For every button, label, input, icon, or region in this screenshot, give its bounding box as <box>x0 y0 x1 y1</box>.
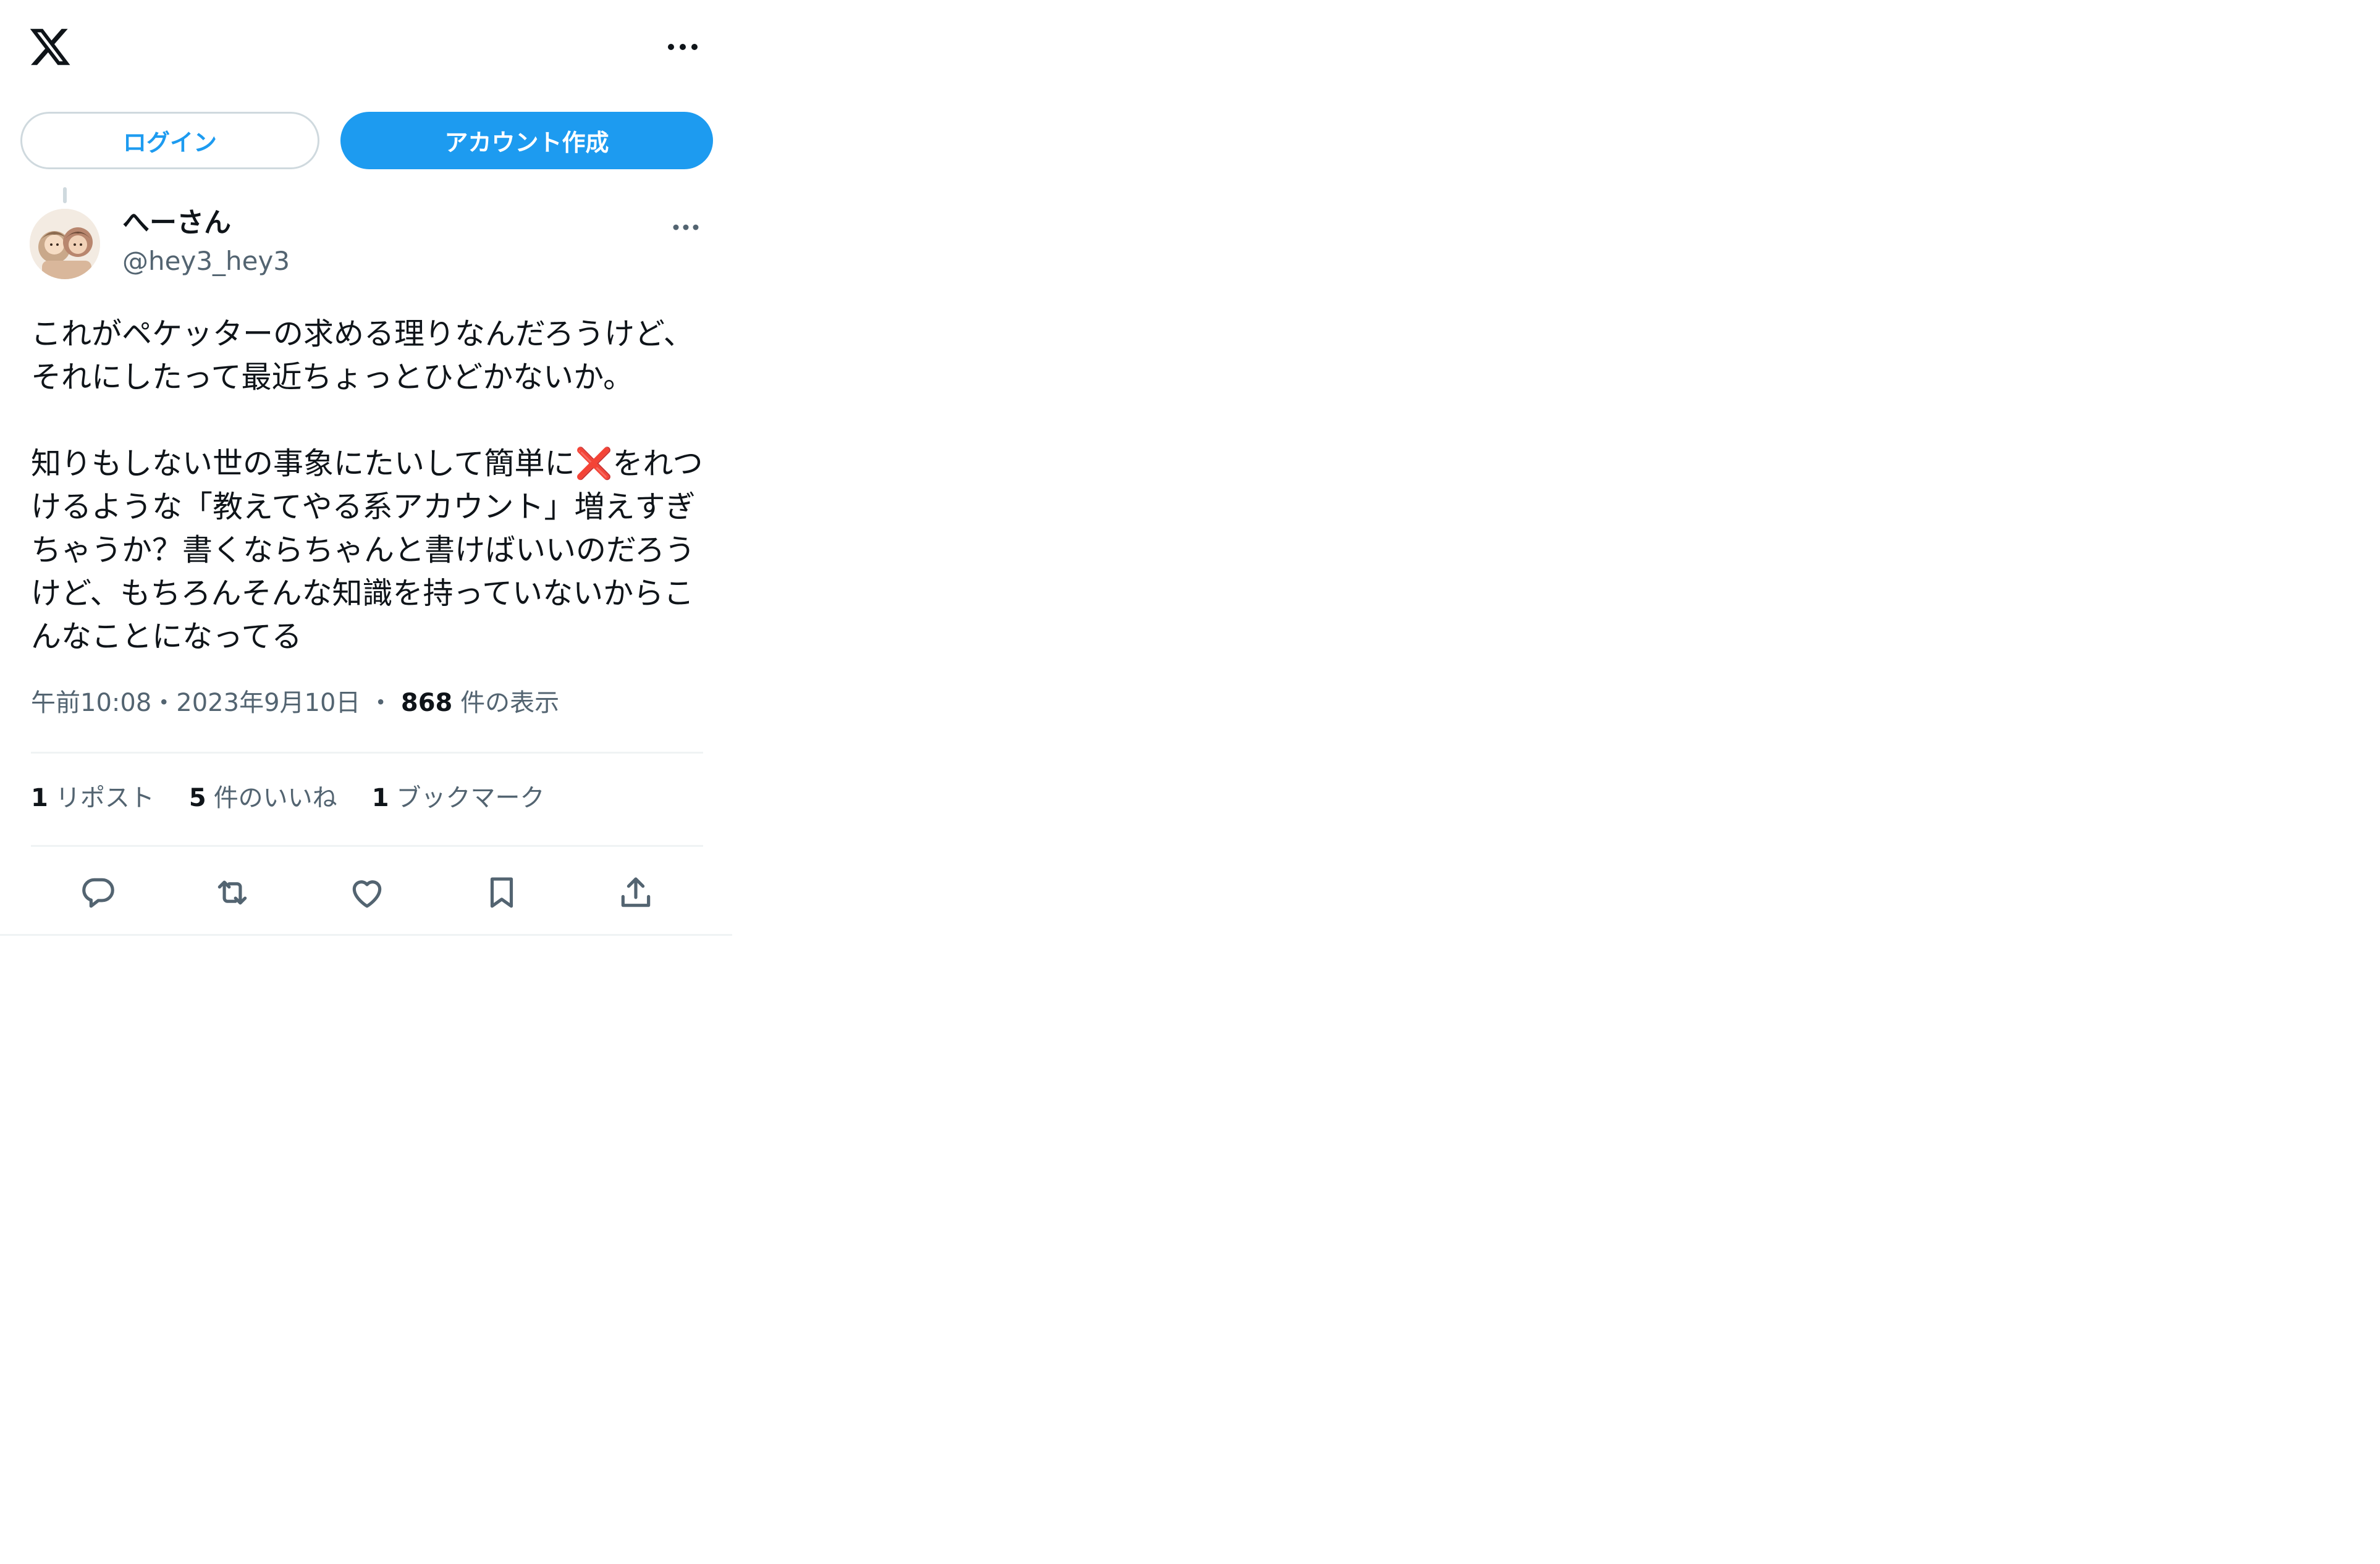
bookmarks-count: 1 <box>371 784 389 812</box>
thread-connector-line <box>63 187 67 203</box>
reply-icon[interactable] <box>79 873 117 912</box>
repost-icon[interactable] <box>213 873 251 912</box>
bookmark-icon[interactable] <box>483 873 521 912</box>
tweet-more-icon[interactable] <box>671 218 701 237</box>
likes-stat[interactable]: 5 件のいいね <box>189 782 337 814</box>
reposts-stat[interactable]: 1 リポスト <box>31 782 154 814</box>
cross-mark-emoji: ❌ <box>575 446 613 481</box>
author-display-name[interactable]: へーさん <box>122 206 231 240</box>
author-handle[interactable]: @hey3_hey3 <box>122 245 290 278</box>
avatar[interactable] <box>30 209 100 279</box>
views-label: 件の表示 <box>460 689 560 717</box>
x-logo-icon[interactable] <box>28 25 72 69</box>
share-icon[interactable] <box>617 873 655 912</box>
meta-separator: ・ <box>368 689 394 717</box>
bookmarks-label: ブックマーク <box>396 784 545 812</box>
reposts-count: 1 <box>31 784 48 812</box>
tweet-stats: 1 リポスト 5 件のいいね 1 ブックマーク <box>31 782 545 814</box>
reposts-label: リポスト <box>55 784 154 812</box>
bookmarks-stat[interactable]: 1 ブックマーク <box>372 782 545 814</box>
divider <box>31 752 703 754</box>
likes-label: 件のいいね <box>213 784 337 812</box>
login-button[interactable]: ログイン <box>20 112 319 169</box>
likes-count: 5 <box>188 784 206 812</box>
tweet-meta: 午前10:08・2023年9月10日 ・ 868 件の表示 <box>31 687 559 719</box>
tweet-action-bar <box>31 865 703 920</box>
tweet-text: これがペケッターの求める理りなんだろうけど、 それにしたって最近ちょっとひどかな… <box>31 313 717 658</box>
divider <box>31 845 703 847</box>
more-horizontal-icon[interactable] <box>665 36 701 58</box>
create-account-button[interactable]: アカウント作成 <box>340 112 713 169</box>
views-count: 868 <box>400 689 453 717</box>
like-icon[interactable] <box>348 873 386 912</box>
tweet-timestamp[interactable]: 午前10:08・2023年9月10日 <box>31 689 360 717</box>
tweet-page: ログイン アカウント作成 へーさん @hey3_hey3 これがペケッターの求め… <box>0 0 732 936</box>
